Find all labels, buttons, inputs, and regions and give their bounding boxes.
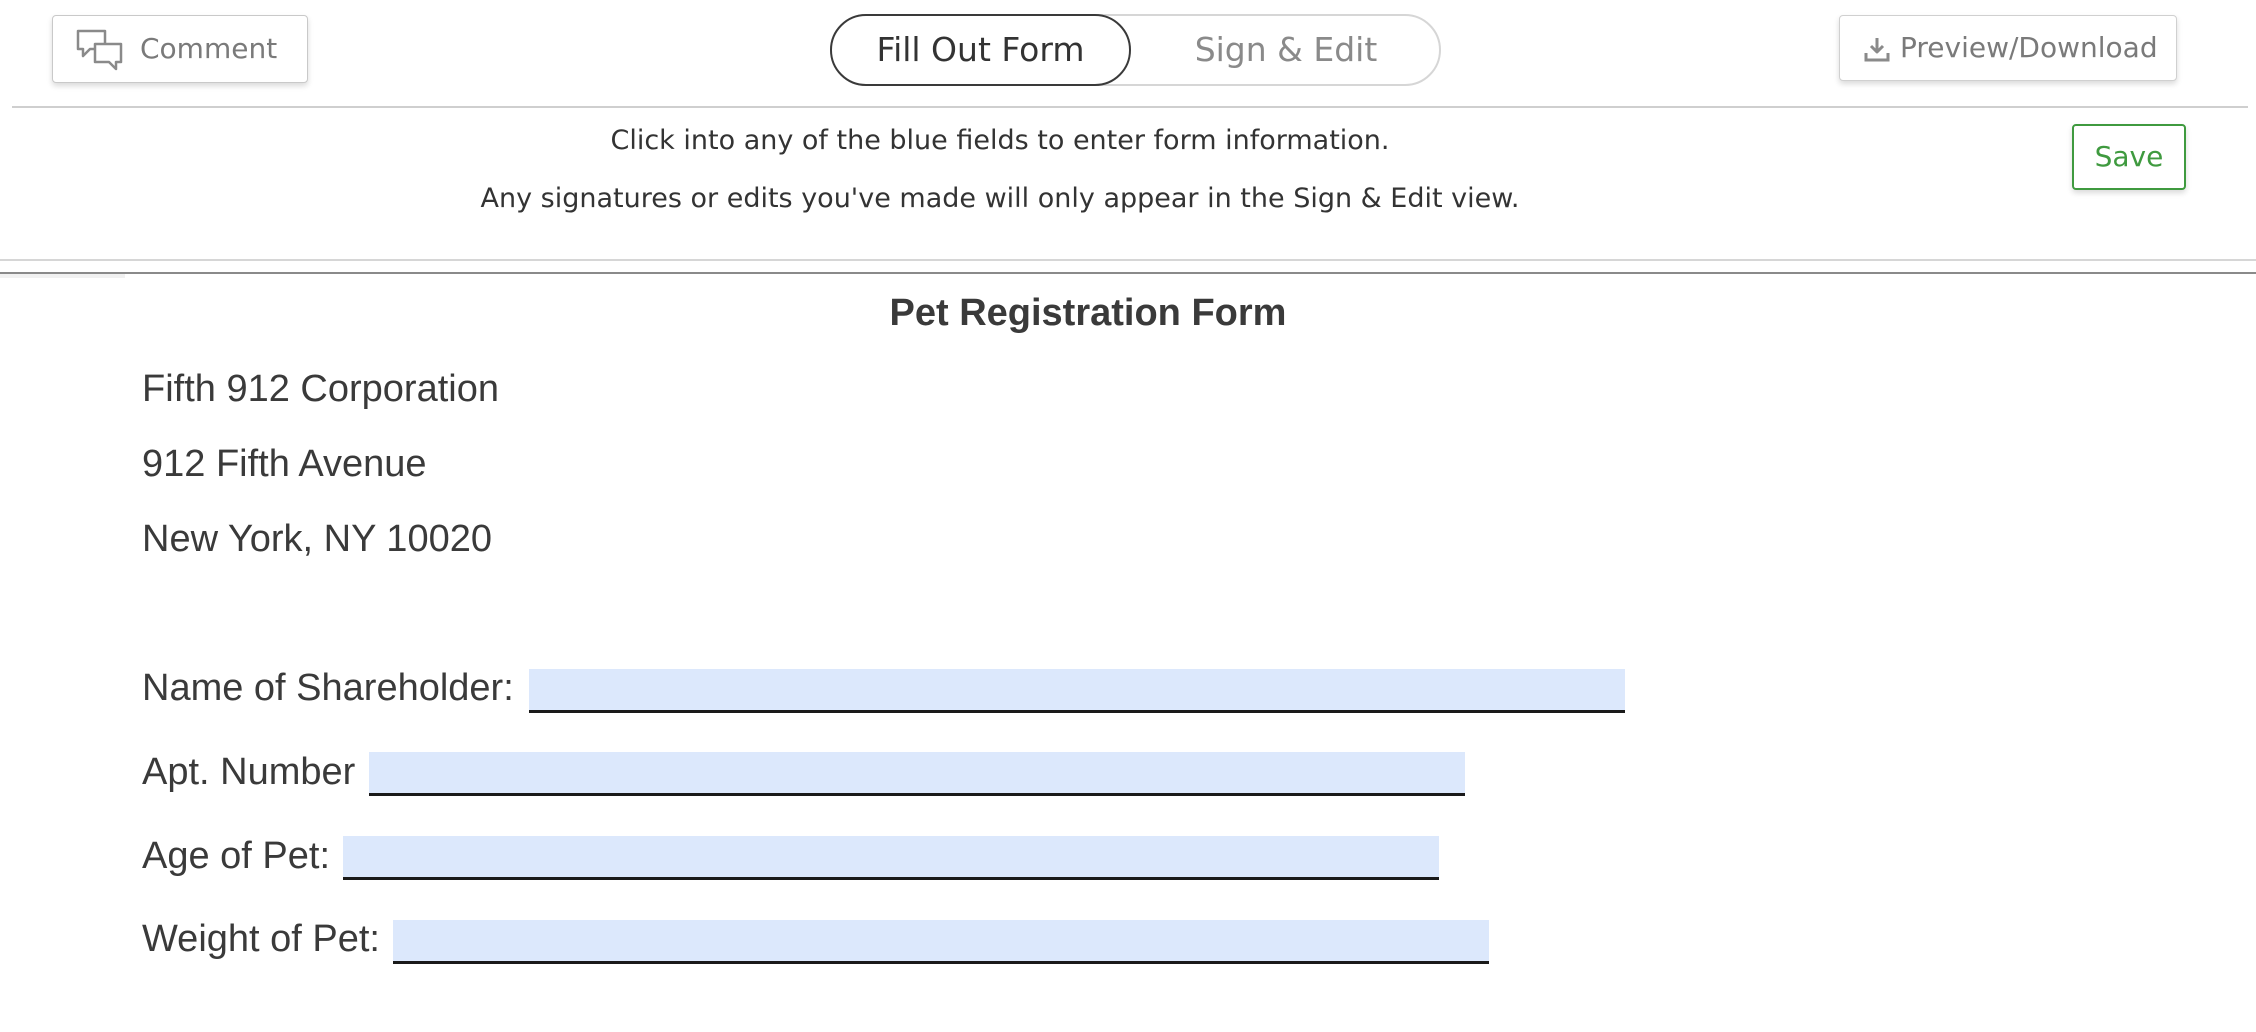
download-icon [1864, 36, 1890, 62]
pet-weight-label: Weight of Pet: [142, 918, 380, 960]
save-button[interactable]: Save [2072, 124, 2186, 190]
preview-download-button[interactable]: Preview/Download [1839, 15, 2177, 81]
address-line-street: 912 Fifth Avenue [142, 443, 427, 485]
tab-fill-out-form[interactable]: Fill Out Form [830, 14, 1131, 86]
shareholder-name-field[interactable] [529, 669, 1625, 713]
comment-button-label: Comment [140, 32, 278, 65]
top-toolbar: Comment Fill Out Form Sign & Edit Previe… [0, 0, 2256, 108]
address-line-city: New York, NY 10020 [142, 518, 492, 560]
apt-number-label: Apt. Number [142, 751, 356, 793]
comment-button[interactable]: Comment [52, 15, 308, 83]
shareholder-name-label: Name of Shareholder: [142, 667, 514, 709]
info-bar: Click into any of the blue fields to ent… [0, 108, 2256, 260]
sign-edit-note: Any signatures or edits you've made will… [480, 183, 1520, 214]
page-edge-shade [0, 274, 125, 278]
preview-download-label: Preview/Download [1900, 31, 2158, 64]
mode-toggle: Fill Out Form Sign & Edit [830, 14, 1441, 86]
pet-age-field[interactable] [343, 836, 1439, 880]
pet-weight-field[interactable] [393, 920, 1489, 964]
document-title: Pet Registration Form [889, 292, 1287, 334]
info-divider [0, 259, 2256, 261]
pet-age-label: Age of Pet: [142, 835, 331, 877]
instruction-text: Click into any of the blue fields to ent… [610, 125, 1390, 156]
apt-number-field[interactable] [369, 752, 1465, 796]
speech-bubbles-icon [75, 28, 125, 72]
address-line-company: Fifth 912 Corporation [142, 368, 499, 410]
tab-sign-and-edit[interactable]: Sign & Edit [1131, 14, 1441, 86]
